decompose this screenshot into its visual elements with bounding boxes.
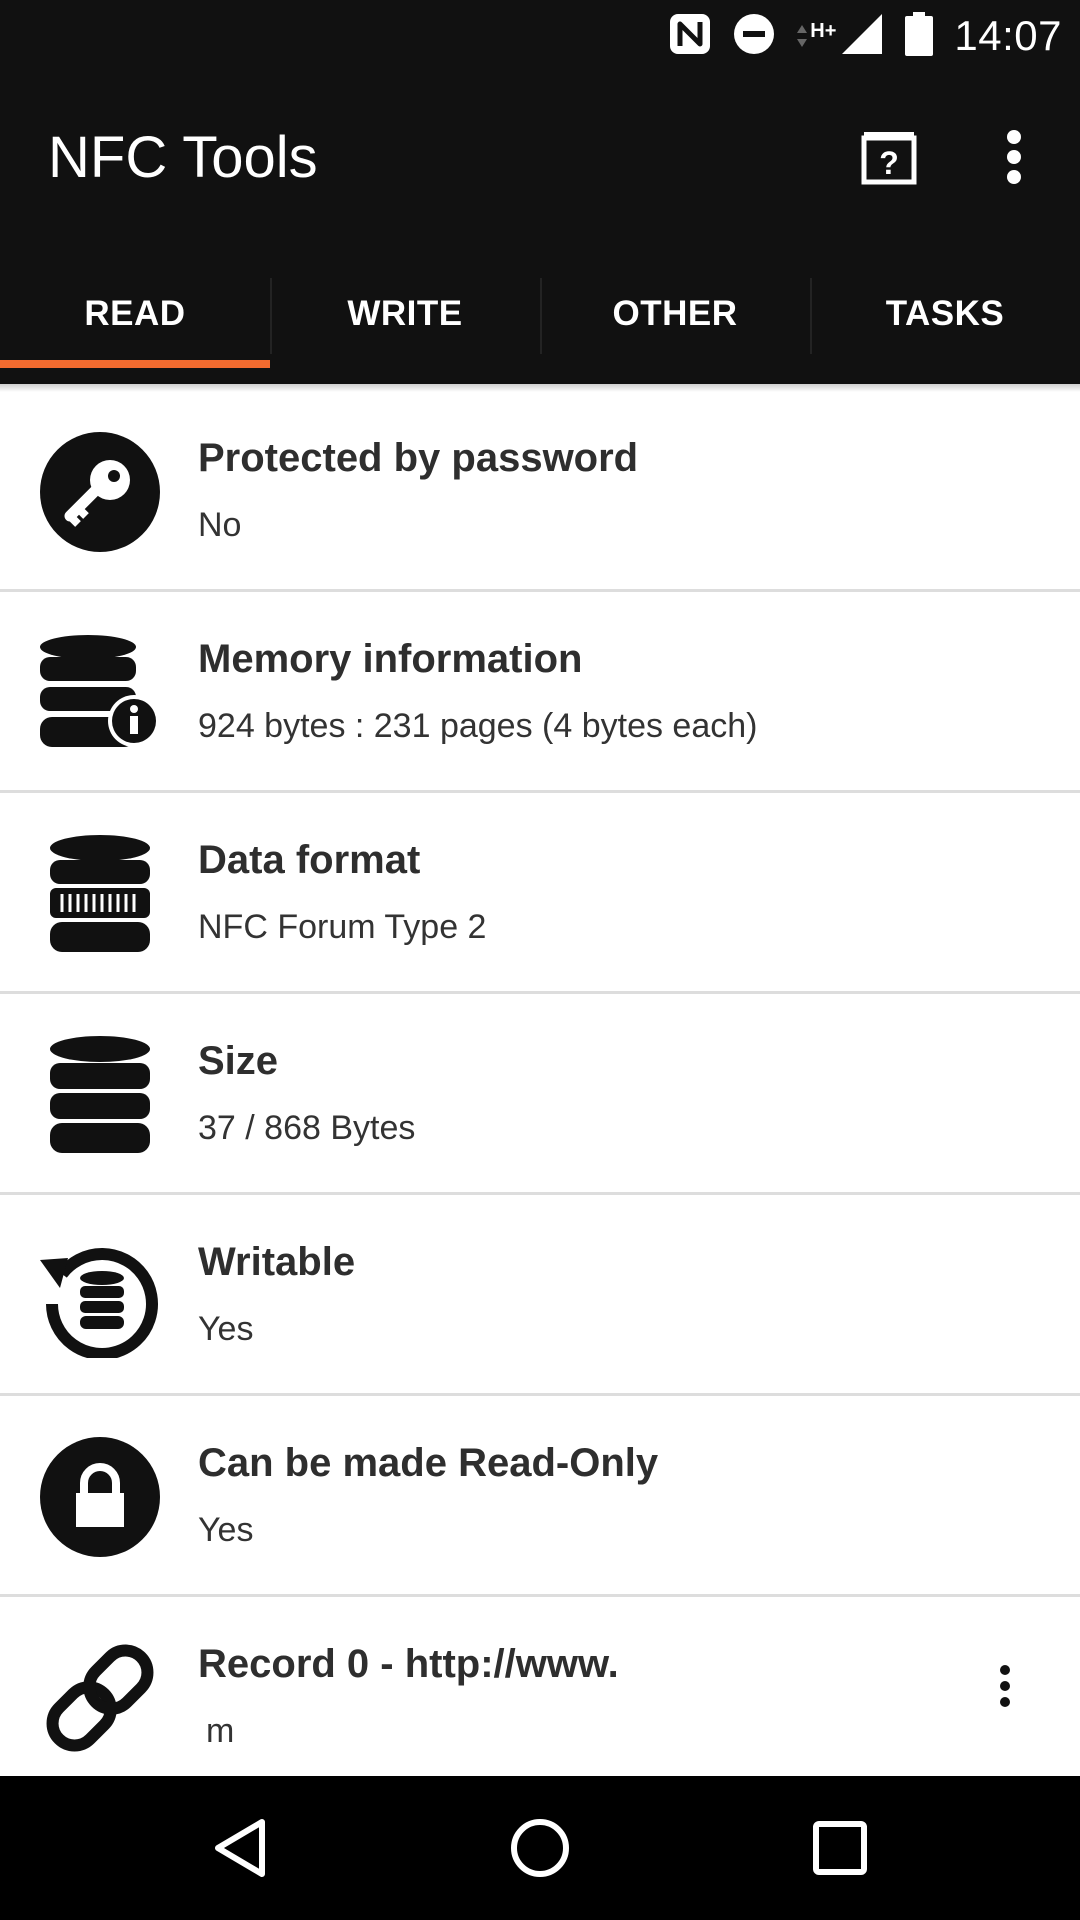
battery-icon [904,11,934,62]
network-label: H+ [810,20,837,42]
recents-icon [813,1821,867,1875]
more-vert-icon [1000,1665,1010,1707]
list-item-data-format[interactable]: Data format NFC Forum Type 2 [0,794,1080,994]
list-item-record-0[interactable]: Record 0 - http://www. m [0,1598,1080,1776]
network-type: H+ [796,21,836,51]
list-item-read-only[interactable]: Can be made Read-Only Yes [0,1397,1080,1597]
recents-button[interactable] [790,1798,890,1898]
key-icon [38,430,162,554]
row-value: Yes [198,1511,254,1549]
status-time: 14:07 [954,12,1062,59]
row-title: Protected by password [198,436,639,480]
selected-tab-indicator [0,360,270,368]
record-menu-button[interactable] [984,1646,1026,1726]
row-title: Data format [198,838,421,882]
do-not-disturb-icon [732,12,776,61]
help-icon: ? [861,132,917,185]
row-value: No [198,506,242,544]
database-icon [38,1033,162,1157]
app-title: NFC Tools [48,125,318,190]
tab-tasks[interactable]: TASKS [810,244,1080,384]
home-icon [511,1819,569,1877]
back-icon [215,1819,265,1877]
overflow-menu-button[interactable] [986,120,1042,194]
svg-text:?: ? [879,145,899,181]
more-vert-icon [1007,130,1021,184]
list-item-memory-information[interactable]: Memory information 924 bytes : 231 pages… [0,593,1080,793]
nfc-icon [668,12,712,61]
row-value: NFC Forum Type 2 [198,908,487,946]
list-item-protected-by-password[interactable]: Protected by password No [0,392,1080,592]
database-info-icon [38,631,162,755]
tab-bar: READ WRITE OTHER TASKS [0,244,1080,384]
tag-info-list: Protected by password No Memory informat… [0,384,1080,1776]
list-item-size[interactable]: Size 37 / 868 Bytes [0,995,1080,1195]
row-title: Record 0 - http://www. [198,1642,619,1686]
row-title: Size [198,1039,279,1083]
signal-icon [840,12,884,61]
back-button[interactable] [190,1798,290,1898]
status-bar: H+ 14:07 [0,0,1080,72]
row-value: m [206,1712,235,1750]
database-refresh-icon [38,1234,162,1358]
system-nav-bar [0,1776,1080,1920]
help-button[interactable]: ? [852,120,926,194]
row-title: Memory information [198,637,583,681]
tab-other[interactable]: OTHER [540,244,810,384]
list-top-shadow [0,384,1080,392]
row-title: Writable [198,1240,356,1284]
tab-write[interactable]: WRITE [270,244,540,384]
database-barcode-icon [38,832,162,956]
row-value: 37 / 868 Bytes [198,1109,416,1147]
app-bar: NFC Tools ? [0,72,1080,244]
home-button[interactable] [490,1798,590,1898]
list-item-writable[interactable]: Writable Yes [0,1196,1080,1396]
row-value: 924 bytes : 231 pages (4 bytes each) [198,707,758,745]
row-value: Yes [198,1310,254,1348]
data-arrows-icon [797,25,808,47]
status-icons: H+ 14:07 [668,8,1062,64]
row-title: Can be made Read-Only [198,1441,659,1485]
link-icon [38,1636,162,1760]
lock-icon [38,1435,162,1559]
